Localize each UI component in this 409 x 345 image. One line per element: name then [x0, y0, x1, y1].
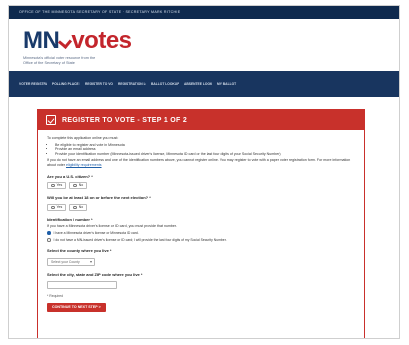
nav-item-ballot-lookup[interactable]: BALLOT LOOKUP: [151, 82, 179, 86]
card-body: To complete this application online you …: [38, 130, 364, 312]
citizen-options: Yes No: [47, 182, 355, 190]
required-note: * Required: [47, 294, 64, 299]
identification-note: If you have a Minnesota driver's license…: [47, 224, 177, 229]
requirements-list: Be eligible to register and vote in Minn…: [47, 143, 355, 157]
age-yes-radio[interactable]: Yes: [47, 203, 67, 211]
county-question: Select the county where you live *: [47, 248, 112, 254]
eligibility-link[interactable]: eligibility requirements: [66, 163, 102, 167]
logo-mn-text: MN: [23, 27, 60, 54]
nav-item-registration-lookup[interactable]: REGISTRATION LOOKUP: [118, 82, 146, 86]
card-header: REGISTER TO VOTE - STEP 1 OF 2: [38, 110, 364, 130]
checkbox-icon: [46, 115, 56, 125]
city-input[interactable]: [47, 281, 117, 290]
radio-circle-icon: [47, 238, 51, 242]
nav-item-register[interactable]: REGISTER TO VOTE: [85, 82, 113, 86]
radio-circle-icon: [51, 205, 55, 209]
citizen-yes-radio[interactable]: Yes: [47, 182, 67, 190]
main-nav: VOTER REGISTRATION POLLING PLACE FINDER …: [9, 71, 399, 97]
intro-text: To complete this application online you …: [47, 136, 119, 140]
id-option-license[interactable]: I have a Minnesota driver's license or M…: [47, 231, 355, 236]
register-card: REGISTER TO VOTE - STEP 1 OF 2 To comple…: [37, 109, 365, 338]
office-topbar: OFFICE OF THE MINNESOTA SECRETARY OF STA…: [9, 6, 399, 19]
identification-heading: Identification / number *: [47, 216, 93, 222]
citizen-no-radio[interactable]: No: [69, 182, 88, 190]
logo-votes-text: votes: [71, 27, 132, 54]
nav-item-polling-place[interactable]: POLLING PLACE FINDER: [52, 82, 80, 86]
age-no-radio[interactable]: No: [69, 203, 88, 211]
age-question: Will you be at least 18 on or before the…: [47, 195, 151, 201]
radio-selected-icon: [47, 231, 51, 235]
id-option-label: I have a Minnesota driver's license or M…: [53, 230, 139, 235]
no-label: No: [78, 183, 84, 188]
age-options: Yes No: [47, 203, 355, 211]
county-select[interactable]: Select your County: [47, 257, 95, 266]
browser-frame: OFFICE OF THE MINNESOTA SECRETARY OF STA…: [8, 5, 400, 339]
mnvotes-logo[interactable]: MN votes: [23, 29, 399, 53]
city-question: Select the city, state and ZIP code wher…: [47, 271, 143, 277]
nav-item-absentee-lookup[interactable]: ABSENTEE LOOKUP: [184, 82, 212, 86]
id-option-label: I do not have a MN-issued driver's licen…: [53, 237, 227, 242]
paper-form-note: If you do not have an email address and …: [47, 158, 355, 167]
radio-circle-icon: [73, 205, 77, 209]
continue-button[interactable]: CONTINUE TO NEXT STEP >: [47, 302, 106, 312]
no-label: No: [78, 204, 84, 209]
yes-label: Yes: [56, 183, 63, 188]
requirement-item: Provide your identification number (Minn…: [55, 152, 355, 157]
site-header: MN votes Minnesota's official voter reso…: [9, 19, 399, 71]
citizen-question: Are you a U.S. citizen? *: [47, 173, 93, 179]
id-option-ssn[interactable]: I do not have a MN-issued driver's licen…: [47, 238, 355, 243]
radio-circle-icon: [51, 183, 55, 188]
radio-circle-icon: [73, 183, 77, 188]
logo-check-icon: [58, 34, 73, 50]
yes-label: Yes: [56, 204, 63, 209]
site-tagline: Minnesota's official voter resource from…: [23, 56, 96, 65]
nav-item-voter-registration[interactable]: VOTER REGISTRATION: [19, 82, 47, 86]
card-title: REGISTER TO VOTE - STEP 1 OF 2: [62, 116, 188, 124]
nav-item-my-ballot[interactable]: MY BALLOT: [217, 82, 245, 86]
